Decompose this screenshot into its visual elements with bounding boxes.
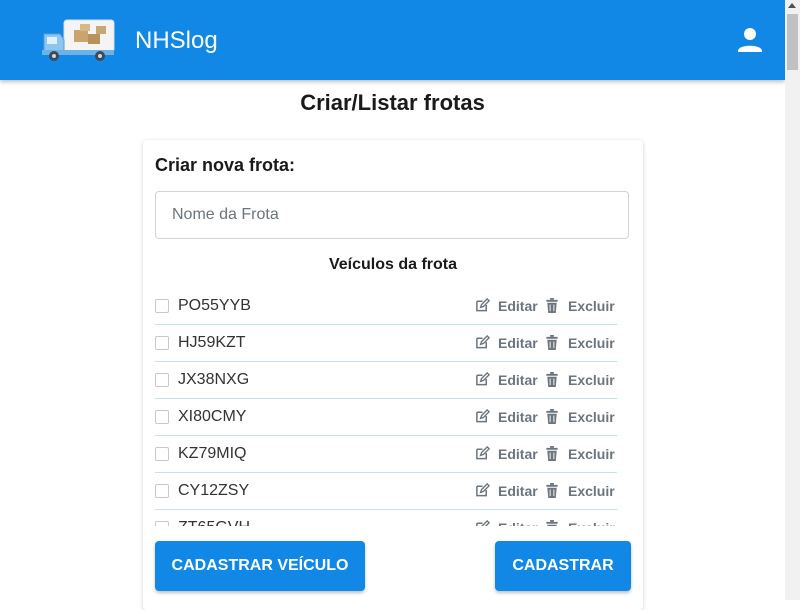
vehicle-list: PO55YYB Editar Excluir HJ59KZT Editar Excluir… [155,288,629,526]
vehicle-row: ZT65GVH Editar Excluir [155,510,617,526]
delete-label: Excluir [568,298,615,314]
vehicle-plate: CY12ZSY [178,482,250,499]
app-header: NHSlog [0,0,785,80]
trash-icon [546,409,558,424]
vehicle-row: HJ59KZT Editar Excluir [155,325,617,362]
edit-label: Editar [498,372,538,388]
vehicle-plate: XI80CMY [178,408,247,425]
delete-label: Excluir [568,409,615,425]
trash-icon [546,335,558,350]
delete-label: Excluir [568,335,615,351]
edit-label: Editar [498,520,538,526]
edit-label: Editar [498,335,538,351]
vehicle-plate: KZ79MIQ [178,445,247,462]
vehicle-row: PO55YYB Editar Excluir [155,288,617,325]
vehicle-row: JX38NXG Editar Excluir [155,362,617,399]
vehicle-row: XI80CMY Editar Excluir [155,399,617,436]
trash-icon [546,446,558,461]
vehicle-plate: PO55YYB [178,297,251,314]
vehicles-heading: Veículos da frota [328,256,458,273]
page-title: Criar/Listar frotas [300,90,485,115]
vehicle-plate: JX38NXG [178,371,250,388]
delivery-truck-icon[interactable] [40,16,116,64]
delete-label: Excluir [568,520,615,526]
register-vehicle-button[interactable]: CADASTRAR VEÍCULO [155,541,365,591]
user-icon[interactable] [734,24,766,56]
scrollbar-thumb[interactable] [787,14,798,70]
edit-label: Editar [498,298,538,314]
edit-icon [476,409,490,423]
scroll-up-icon[interactable] [788,3,796,8]
trash-icon [546,520,558,526]
edit-icon [476,520,490,526]
vehicle-row: CY12ZSY Editar Excluir [155,473,617,510]
edit-icon [476,483,490,497]
vehicle-plate: ZT65GVH [178,519,250,526]
trash-icon [546,483,558,498]
edit-icon [476,446,490,460]
trash-icon [546,372,558,387]
delete-label: Excluir [568,446,615,462]
vehicle-checkbox[interactable] [155,299,169,313]
edit-icon [476,335,490,349]
vehicle-row: KZ79MIQ Editar Excluir [155,436,617,473]
vehicle-checkbox[interactable] [155,410,169,424]
vehicle-checkbox[interactable] [155,484,169,498]
edit-label: Editar [498,446,538,462]
edit-label: Editar [498,483,538,499]
trash-icon [546,298,558,313]
vehicle-plate: HJ59KZT [178,334,246,351]
vehicle-checkbox[interactable] [155,447,169,461]
edit-icon [476,372,490,386]
fleet-name-input[interactable] [155,191,629,239]
register-fleet-button[interactable]: CADASTRAR [495,541,631,591]
delete-label: Excluir [568,372,615,388]
vehicle-checkbox[interactable] [155,521,169,526]
edit-icon [476,298,490,312]
app-title: NHSlog [135,27,218,54]
form-heading: Criar nova frota: [155,155,296,175]
page-scrollbar[interactable] [785,0,800,600]
vehicle-checkbox[interactable] [155,373,169,387]
edit-label: Editar [498,409,538,425]
vehicle-checkbox[interactable] [155,336,169,350]
fleet-form-card: Criar nova frota: Veículos da frota PO55… [143,140,643,610]
delete-label: Excluir [568,483,615,499]
